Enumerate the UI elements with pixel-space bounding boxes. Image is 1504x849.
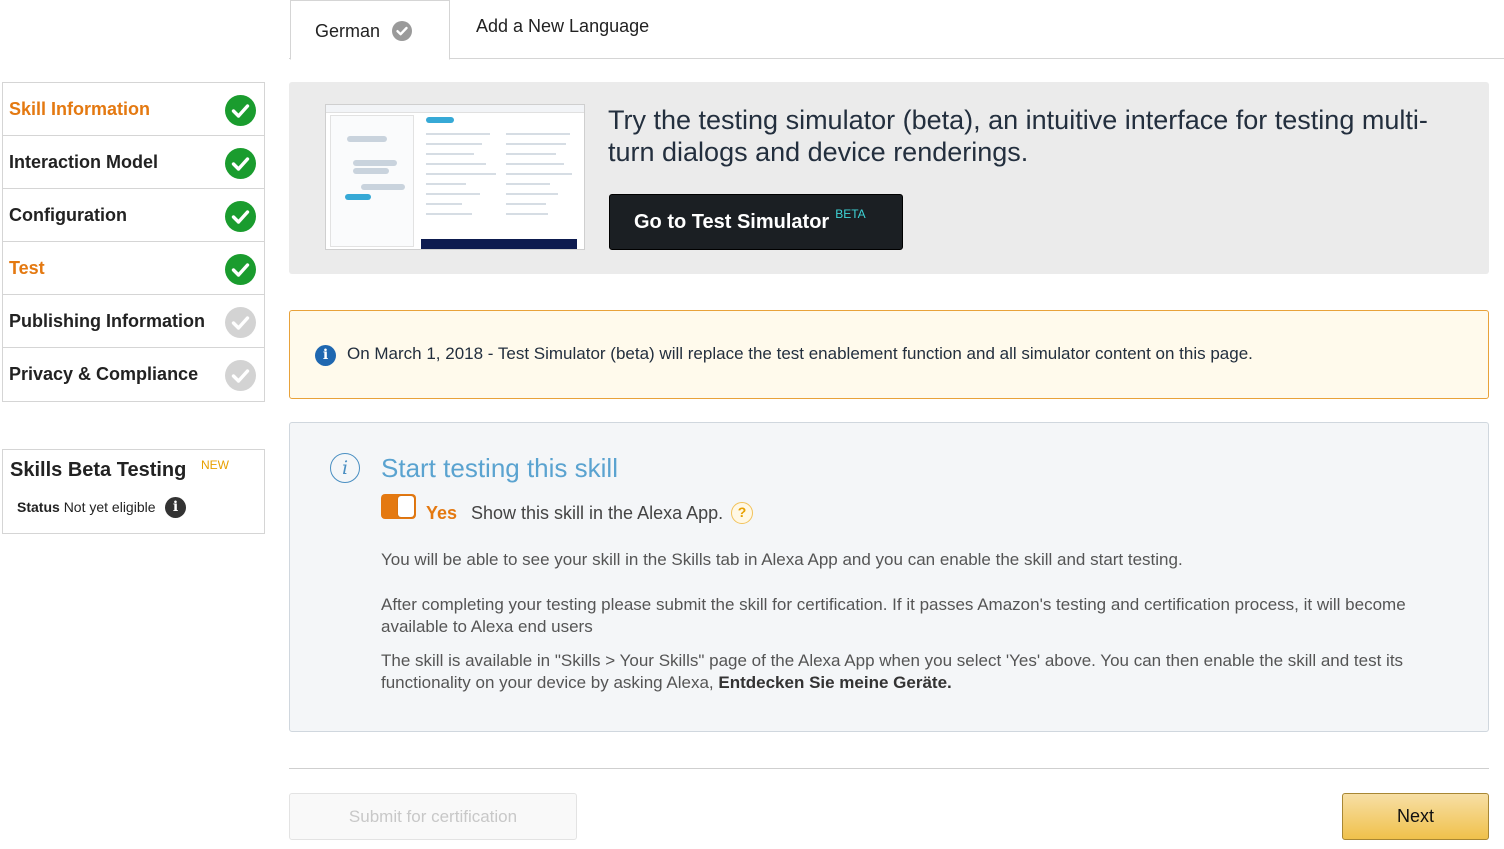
info-icon: i [330, 453, 360, 483]
panel-paragraph-2: After completing your testing please sub… [381, 595, 1406, 636]
notice-banner: i On March 1, 2018 - Test Simulator (bet… [289, 310, 1489, 399]
tab-german-label: German [315, 20, 381, 41]
check-icon [225, 254, 256, 285]
check-icon [225, 148, 256, 179]
submit-for-certification-button[interactable]: Submit for certification [289, 793, 577, 840]
sidebar-nav: Skill Information Interaction Model Conf… [2, 82, 265, 402]
tab-german[interactable]: German [290, 0, 450, 60]
simulator-promo: Try the testing simulator (beta), an int… [289, 82, 1489, 274]
panel-paragraph-3: The skill is available in "Skills > Your… [381, 650, 1421, 694]
language-tabs: German Add a New Language [289, 0, 1504, 60]
go-to-test-simulator-button[interactable]: Go to Test Simulator BETA [609, 194, 903, 250]
next-button[interactable]: Next [1342, 793, 1489, 840]
sidebar-item-test[interactable]: Test [3, 242, 264, 295]
info-icon: i [315, 345, 336, 366]
show-in-app-toggle[interactable] [381, 494, 416, 519]
beta-status: Status Not yet eligible [17, 499, 156, 515]
sim-button-label: Go to Test Simulator [634, 210, 830, 233]
new-badge: NEW [201, 458, 229, 472]
sidebar-item-label: Configuration [9, 204, 127, 225]
beta-status-label: Status [17, 499, 60, 515]
info-icon[interactable]: i [165, 497, 186, 518]
sidebar-item-label: Publishing Information [9, 310, 205, 331]
panel-paragraph-3-bold: Entdecken Sie meine Geräte. [718, 673, 952, 692]
beta-badge: BETA [835, 207, 866, 221]
sidebar-item-skill-information[interactable]: Skill Information [3, 83, 264, 136]
sidebar-item-interaction-model[interactable]: Interaction Model [3, 136, 264, 189]
check-icon [225, 95, 256, 126]
help-icon[interactable]: ? [731, 502, 753, 524]
check-icon [392, 20, 413, 41]
check-icon [225, 201, 256, 232]
sidebar-item-label: Test [9, 257, 45, 278]
beta-testing-box: Skills Beta Testing NEW Status Not yet e… [2, 449, 265, 534]
panel-paragraph-1: You will be able to see your skill in th… [381, 550, 1183, 569]
beta-status-value: Not yet eligible [63, 499, 156, 515]
simulator-thumbnail-image [325, 104, 585, 250]
sidebar-item-configuration[interactable]: Configuration [3, 189, 264, 242]
start-testing-panel: i Start testing this skill Yes Show this… [289, 422, 1489, 732]
check-icon [225, 360, 256, 391]
sidebar-item-label: Skill Information [9, 98, 151, 119]
tab-add-language[interactable]: Add a New Language [476, 16, 649, 37]
divider [289, 768, 1489, 769]
sidebar-item-publishing-information[interactable]: Publishing Information [3, 295, 264, 348]
check-icon [225, 307, 256, 338]
sidebar-item-label: Interaction Model [9, 151, 159, 172]
toggle-description: Show this skill in the Alexa App. [471, 503, 724, 523]
sidebar-item-privacy-compliance[interactable]: Privacy & Compliance [3, 348, 264, 401]
panel-title: Start testing this skill [381, 453, 618, 483]
notice-text: On March 1, 2018 - Test Simulator (beta)… [347, 344, 1253, 363]
sidebar-item-label: Privacy & Compliance [9, 364, 199, 384]
beta-title: Skills Beta Testing [10, 459, 187, 481]
promo-text: Try the testing simulator (beta), an int… [608, 105, 1428, 167]
toggle-value: Yes [426, 503, 458, 523]
